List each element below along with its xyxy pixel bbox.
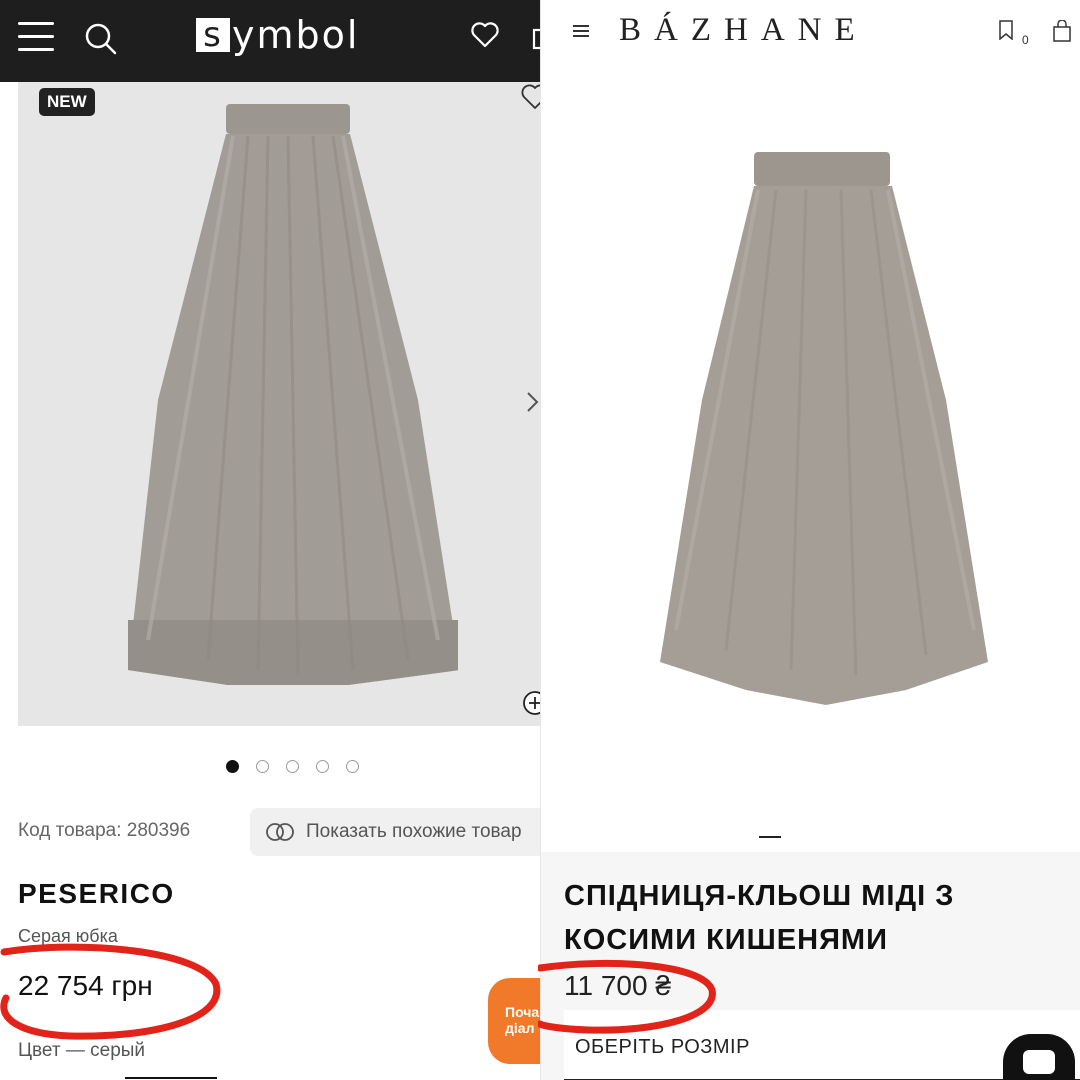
bazhane-logo[interactable]: BÁZHANE [619,12,868,49]
wishlist-count: 0 [1022,33,1029,47]
chat-button[interactable]: Поча діал [488,978,540,1064]
chevron-right-icon[interactable] [522,387,540,417]
gallery-indicator [759,836,781,838]
search-icon[interactable] [84,22,118,56]
symbol-header: s ymbol [0,0,540,82]
favorite-icon[interactable] [520,82,540,112]
bazhane-pane: BÁZHANE 0 СПІДНИЦЯ-КЛЬОШ МІДІ З КОСИМИ К… [540,0,1080,1080]
skirt-image [128,104,458,685]
symbol-logo[interactable]: s ymbol [196,13,360,57]
cart-icon[interactable] [528,20,540,50]
heart-icon[interactable] [470,20,500,50]
chat-label-line2: діал [505,1020,535,1036]
product-code: Код товара: 280396 [18,820,191,841]
brand-name: PESERICO [18,878,175,909]
chat-label-line1: Поча [505,1004,540,1020]
product-price: 11 700 ₴ [564,970,671,1001]
menu-icon[interactable] [573,25,589,37]
product-image[interactable]: NEW [18,82,540,726]
gallery-pagination [226,760,359,773]
product-color: Цвет — серый [18,1040,146,1061]
skirt-image [660,152,988,705]
chat-button[interactable] [1003,1034,1075,1080]
bag-icon[interactable] [1053,20,1071,42]
gallery-dot[interactable] [346,760,359,773]
new-badge: NEW [39,88,95,116]
menu-icon[interactable] [18,22,54,52]
show-similar-button[interactable]: Показать похожие товар [250,808,540,856]
product-info: СПІДНИЦЯ-КЛЬОШ МІДІ З КОСИМИ КИШЕНЯМИ 11… [541,852,1080,1080]
gallery-dot[interactable] [226,760,239,773]
divider [125,1077,217,1079]
gallery-dot[interactable] [256,760,269,773]
rings-icon [266,823,294,841]
bazhane-header: BÁZHANE 0 [541,0,1080,64]
product-subtitle: Серая юбка [18,926,118,946]
product-price: 22 754 грн [18,970,153,1001]
show-similar-label: Показать похожие товар [306,821,522,842]
chat-icon [1023,1050,1055,1074]
symbol-pane: s ymbol NEW Код товара: 280396 Показать … [0,0,540,1080]
gallery-dot[interactable] [286,760,299,773]
bookmark-icon[interactable] [999,20,1013,40]
logo-letter: s [196,15,230,55]
select-size-label: ОБЕРІТЬ РОЗМІР [575,1036,750,1058]
zoom-icon[interactable] [522,690,540,716]
product-title: СПІДНИЦЯ-КЛЬОШ МІДІ З КОСИМИ КИШЕНЯМИ [564,880,955,956]
gallery-dot[interactable] [316,760,329,773]
logo-text: ymbol [232,13,360,57]
